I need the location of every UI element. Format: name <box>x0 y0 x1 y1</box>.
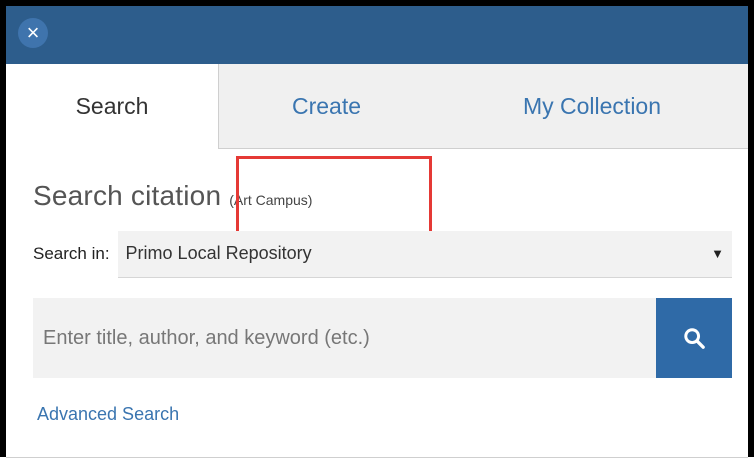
tab-divider <box>219 148 748 149</box>
close-icon: × <box>26 20 40 45</box>
top-bar: × <box>6 6 748 64</box>
search-button[interactable] <box>656 298 732 378</box>
tab-create-label: Create <box>291 93 362 119</box>
page-title: Search citation <box>33 180 222 211</box>
tab-create[interactable]: Create <box>219 64 434 149</box>
search-in-row: Search in: Primo Local Repository ▼ <box>33 229 732 279</box>
search-input[interactable] <box>33 298 656 378</box>
tab-my-collection[interactable]: My Collection <box>434 64 750 149</box>
search-icon <box>684 328 705 349</box>
tab-search-label: Search <box>75 93 149 119</box>
search-panel: × Search Create My Collection Search cit… <box>0 0 754 458</box>
search-scope-value: Primo Local Repository <box>125 243 312 263</box>
advanced-search-link[interactable]: Advanced Search <box>37 404 179 425</box>
close-button[interactable]: × <box>18 18 48 48</box>
tab-bar: Search Create My Collection <box>6 64 748 149</box>
caret-down-icon: ▼ <box>711 246 724 261</box>
tab-my-collection-label: My Collection <box>522 93 662 119</box>
search-scope-select[interactable]: Primo Local Repository ▼ <box>117 230 732 278</box>
tab-search[interactable]: Search <box>6 64 219 149</box>
search-field <box>33 298 732 378</box>
search-in-label: Search in: <box>33 244 110 263</box>
